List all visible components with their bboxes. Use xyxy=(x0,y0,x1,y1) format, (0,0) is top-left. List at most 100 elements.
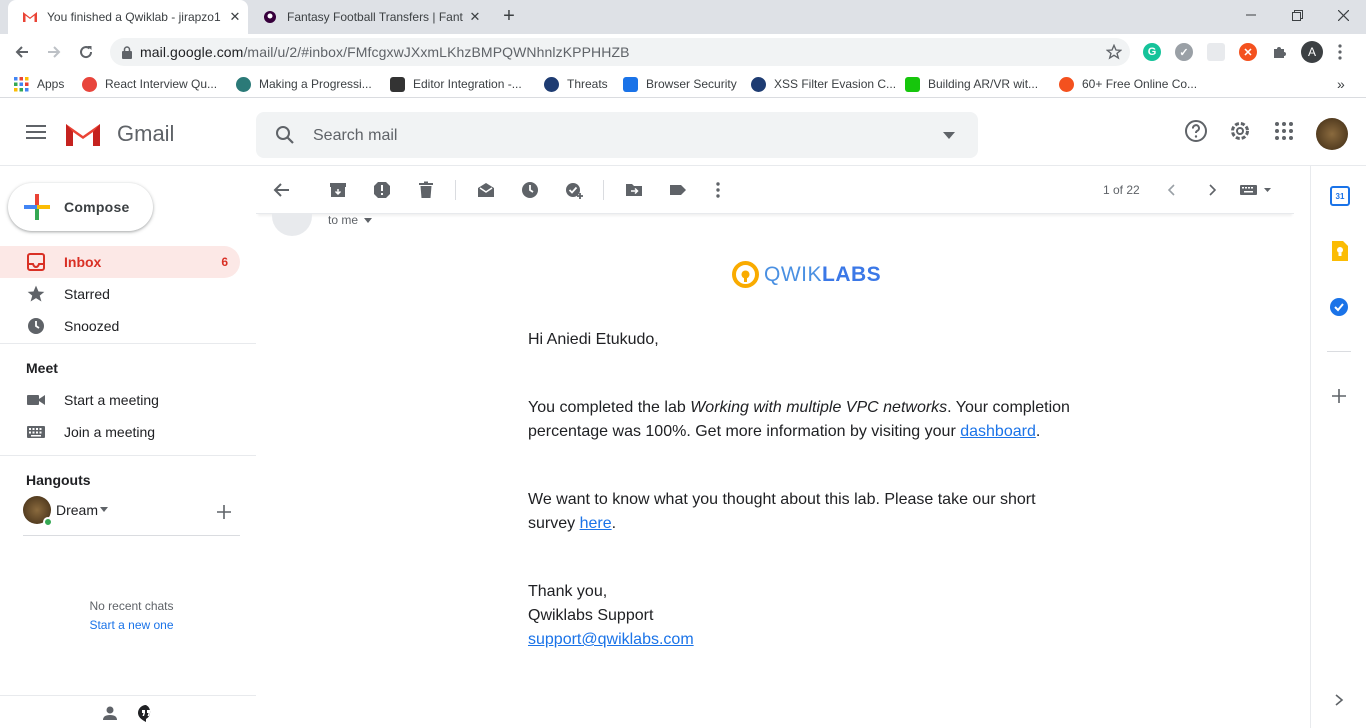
react-icon xyxy=(82,76,97,92)
gmail-logo-text: Gmail xyxy=(117,121,175,146)
bookmark-apps[interactable]: Apps xyxy=(14,75,64,93)
mark-unread-icon[interactable] xyxy=(476,180,496,200)
google-keep-icon[interactable] xyxy=(1332,241,1348,261)
meet-heading: Meet xyxy=(26,360,58,376)
gmail-sidebar: Compose Inbox 6 Starred Snoozed Meet Sta… xyxy=(0,166,256,728)
bookmark-threats[interactable]: Threats xyxy=(544,75,608,93)
apps-grid-icon xyxy=(14,76,29,92)
join-meeting-item[interactable]: Join a meeting xyxy=(0,416,240,448)
gmail-m-icon xyxy=(66,124,100,146)
delete-trash-icon[interactable] xyxy=(416,180,436,200)
contacts-person-icon[interactable] xyxy=(102,705,118,721)
bookmark-editor-integration[interactable]: Editor Integration -... xyxy=(390,75,522,93)
extension-box-icon[interactable] xyxy=(1207,43,1225,61)
browser-tab-fantasy[interactable]: Fantasy Football Transfers | Fanta ✕ xyxy=(248,0,488,34)
react-icon xyxy=(236,76,251,92)
nav-label: Snoozed xyxy=(64,318,120,334)
course-icon xyxy=(1059,76,1074,92)
chevron-down-icon[interactable] xyxy=(100,507,108,512)
recipient-line[interactable]: to me xyxy=(328,214,373,227)
start-new-chat-link[interactable]: Start a new one xyxy=(0,618,263,632)
more-bookmarks-button[interactable]: » xyxy=(1337,75,1345,93)
nav-starred[interactable]: Starred xyxy=(0,278,240,310)
greeting-text: Hi Aniedi Etukudo, xyxy=(528,331,659,348)
older-chevron-right-icon[interactable] xyxy=(1202,180,1222,200)
completion-paragraph: You completed the lab Working with multi… xyxy=(528,399,1070,440)
orange-extension-icon[interactable]: ✕ xyxy=(1239,43,1257,61)
add-to-tasks-icon[interactable] xyxy=(564,180,584,200)
power-icon xyxy=(905,76,920,92)
hangouts-quote-icon[interactable] xyxy=(137,704,155,722)
video-icon xyxy=(26,390,46,410)
archive-icon[interactable] xyxy=(328,180,348,200)
snooze-clock-icon[interactable] xyxy=(520,180,540,200)
main-menu-icon[interactable] xyxy=(26,125,46,139)
google-calendar-icon[interactable]: 31 xyxy=(1330,186,1350,206)
close-window-icon[interactable] xyxy=(1320,0,1366,30)
compose-label: Compose xyxy=(64,199,130,215)
bookmark-ar-vr[interactable]: Building AR/VR wit... xyxy=(905,75,1038,93)
dashboard-link[interactable]: dashboard xyxy=(960,423,1036,440)
profile-avatar[interactable]: A xyxy=(1301,41,1323,63)
survey-link[interactable]: here xyxy=(580,515,612,532)
browser-toolbar: mail.google.com/mail/u/2/#inbox/FMfcgxwJ… xyxy=(0,34,1366,70)
move-to-icon[interactable] xyxy=(624,180,644,200)
start-meeting-item[interactable]: Start a meeting xyxy=(0,384,240,416)
support-email-link[interactable]: support@qwiklabs.com xyxy=(528,631,694,648)
bookmark-react-interview[interactable]: React Interview Qu... xyxy=(82,75,217,93)
newer-chevron-left-icon[interactable] xyxy=(1162,180,1182,200)
bookmark-star-icon[interactable] xyxy=(1106,44,1122,60)
bookmark-xss-filter[interactable]: XSS Filter Evasion C... xyxy=(751,75,896,93)
close-tab-icon[interactable]: ✕ xyxy=(467,9,483,25)
more-options-icon[interactable] xyxy=(708,180,728,200)
browser-menu-icon[interactable] xyxy=(1338,44,1342,60)
search-bar[interactable]: Search mail xyxy=(256,112,978,158)
divider xyxy=(1327,351,1351,352)
compose-plus-icon xyxy=(24,194,50,220)
reload-icon[interactable] xyxy=(72,38,100,66)
tab-title: Fantasy Football Transfers | Fanta xyxy=(287,10,463,24)
divider xyxy=(23,535,240,536)
bookmark-progressive[interactable]: Making a Progressi... xyxy=(236,75,372,93)
close-tab-icon[interactable]: ✕ xyxy=(227,9,243,25)
gmail-logo[interactable]: Gmail xyxy=(64,120,174,148)
extensions-puzzle-icon[interactable] xyxy=(1271,43,1289,61)
get-addons-plus-icon[interactable] xyxy=(1332,389,1346,403)
help-icon[interactable] xyxy=(1184,119,1208,143)
report-spam-icon[interactable] xyxy=(372,180,392,200)
nav-inbox[interactable]: Inbox 6 xyxy=(0,246,240,278)
nav-snoozed[interactable]: Snoozed xyxy=(0,310,240,342)
search-input[interactable]: Search mail xyxy=(313,127,397,145)
minimize-icon[interactable] xyxy=(1228,0,1274,30)
back-icon[interactable] xyxy=(8,38,36,66)
label-tag-icon[interactable] xyxy=(668,180,688,200)
compose-button[interactable]: Compose xyxy=(8,183,153,231)
grammarly-icon[interactable]: G xyxy=(1143,43,1161,61)
hangouts-user-name[interactable]: Dream xyxy=(56,502,98,518)
restore-icon[interactable] xyxy=(1274,0,1320,30)
to-me-text: to me xyxy=(328,214,359,227)
checkmark-extension-icon[interactable]: ✓ xyxy=(1175,43,1193,61)
nav-label: Start a meeting xyxy=(64,392,159,408)
browser-tab-strip: You finished a Qwiklab - jirapzo1 ✕ Fant… xyxy=(0,0,1366,34)
survey-paragraph: We want to know what you thought about t… xyxy=(528,491,1036,532)
google-apps-icon[interactable] xyxy=(1272,119,1296,143)
bookmark-browser-security[interactable]: Browser Security xyxy=(623,75,737,93)
browser-tab-gmail[interactable]: You finished a Qwiklab - jirapzo1 ✕ xyxy=(8,0,248,34)
bookmark-label: XSS Filter Evasion C... xyxy=(774,77,897,91)
google-tasks-icon[interactable] xyxy=(1329,297,1349,317)
bookmark-label: Building AR/VR wit... xyxy=(928,77,1039,91)
bookmark-free-courses[interactable]: 60+ Free Online Co... xyxy=(1059,75,1197,93)
new-chat-plus-icon[interactable] xyxy=(217,505,231,519)
show-side-panel-chevron-icon[interactable] xyxy=(1334,693,1344,707)
account-avatar[interactable] xyxy=(1316,118,1348,150)
back-to-inbox-icon[interactable] xyxy=(272,180,292,200)
new-tab-button[interactable]: + xyxy=(500,6,518,26)
forward-icon[interactable] xyxy=(40,38,68,66)
search-icon[interactable] xyxy=(275,125,295,145)
online-status-dot xyxy=(43,517,53,527)
address-bar[interactable]: mail.google.com/mail/u/2/#inbox/FMfcgxwJ… xyxy=(110,38,1130,66)
search-options-icon[interactable] xyxy=(943,132,955,139)
settings-gear-icon[interactable] xyxy=(1228,119,1252,143)
input-tools-keyboard-icon[interactable] xyxy=(1240,180,1274,200)
